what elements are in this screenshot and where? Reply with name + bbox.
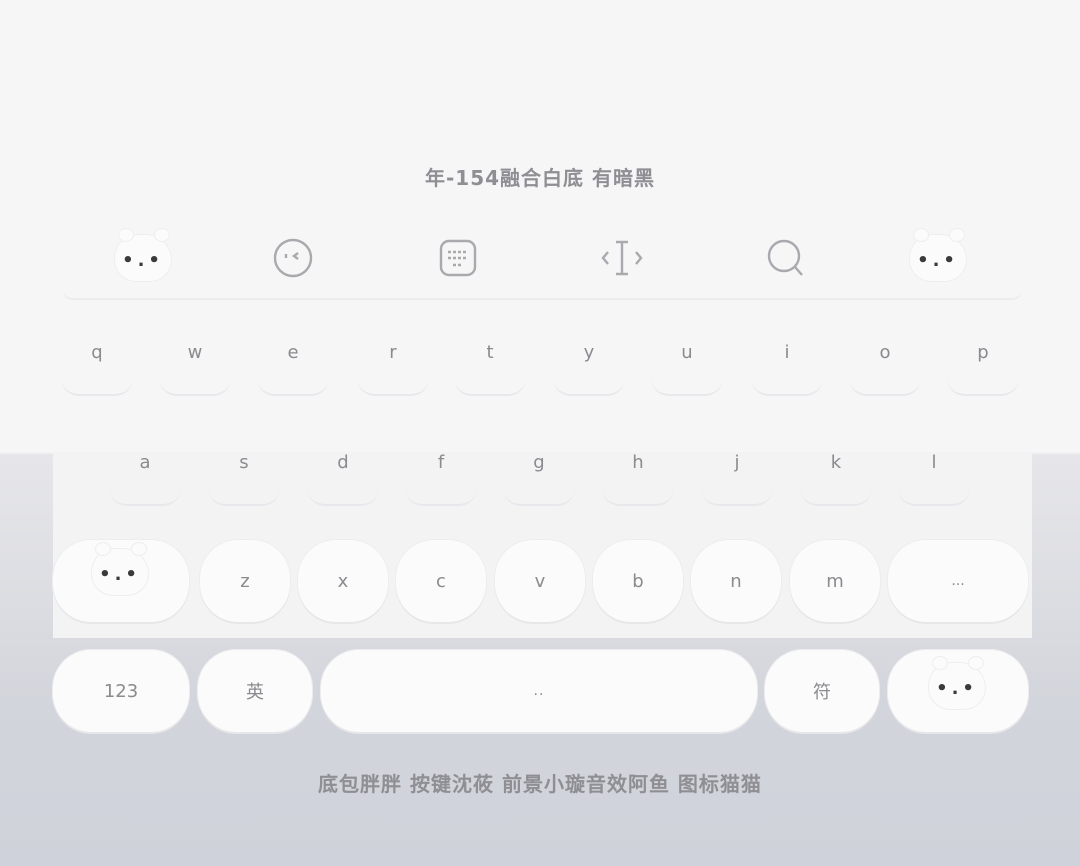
key-row-4: 123 英 .. 符 •.• (53, 650, 1032, 734)
key-s[interactable]: s (204, 432, 284, 516)
key-c[interactable]: c (396, 540, 486, 622)
bear-face-icon[interactable]: •.• (898, 228, 978, 288)
bear-face-icon: •.• (928, 656, 986, 710)
key-q[interactable]: q (57, 322, 137, 406)
key-n[interactable]: n (691, 540, 781, 622)
keyboard: •.• •.• q w e r t y u i o p a s d f g h … (53, 210, 1032, 745)
bear-face-icon: •.• (91, 542, 149, 596)
key-i[interactable]: i (747, 322, 827, 406)
cursor-move-icon[interactable] (582, 228, 662, 288)
emoji-face-icon[interactable] (253, 228, 333, 288)
key-row-2: a s d f g h j k l (53, 432, 1032, 522)
key-h[interactable]: h (598, 432, 678, 516)
language-key[interactable]: 英 (198, 650, 312, 732)
enter-key[interactable]: •.• (888, 650, 1028, 732)
search-icon[interactable] (746, 228, 826, 288)
key-m[interactable]: m (790, 540, 880, 622)
space-key[interactable]: .. (321, 650, 757, 732)
key-r[interactable]: r (353, 322, 433, 406)
key-w[interactable]: w (155, 322, 235, 406)
toolbar-divider (63, 290, 1022, 300)
keyboard-icon[interactable] (418, 228, 498, 288)
key-u[interactable]: u (647, 322, 727, 406)
theme-title: 年-154融合白底 有暗黑 (424, 166, 655, 190)
credits-text: 底包胖胖 按键沈莜 前景小璇音效阿鱼 图标猫猫 (318, 772, 762, 796)
shift-key[interactable]: •.• (53, 540, 189, 622)
key-z[interactable]: z (200, 540, 290, 622)
key-o[interactable]: o (845, 322, 925, 406)
key-l[interactable]: l (894, 432, 974, 516)
bear-decoration: •.• (909, 228, 967, 282)
key-v[interactable]: v (495, 540, 585, 622)
key-e[interactable]: e (253, 322, 333, 406)
delete-key[interactable]: ... (888, 540, 1028, 622)
numbers-key[interactable]: 123 (53, 650, 189, 732)
key-a[interactable]: a (105, 432, 185, 516)
key-b[interactable]: b (593, 540, 683, 622)
keyboard-toolbar: •.• •.• (53, 210, 1032, 300)
key-t[interactable]: t (450, 322, 530, 406)
key-row-1: q w e r t y u i o p (53, 322, 1032, 412)
key-g[interactable]: g (499, 432, 579, 516)
key-x[interactable]: x (298, 540, 388, 622)
bear-decoration: •.• (114, 228, 172, 282)
key-k[interactable]: k (796, 432, 876, 516)
symbols-key[interactable]: 符 (765, 650, 879, 732)
bear-face-icon[interactable]: •.• (103, 228, 183, 288)
key-y[interactable]: y (549, 322, 629, 406)
key-row-3: •.• z x c v b n m ... (53, 540, 1032, 624)
key-j[interactable]: j (697, 432, 777, 516)
key-d[interactable]: d (303, 432, 383, 516)
key-p[interactable]: p (943, 322, 1023, 406)
key-f[interactable]: f (401, 432, 481, 516)
